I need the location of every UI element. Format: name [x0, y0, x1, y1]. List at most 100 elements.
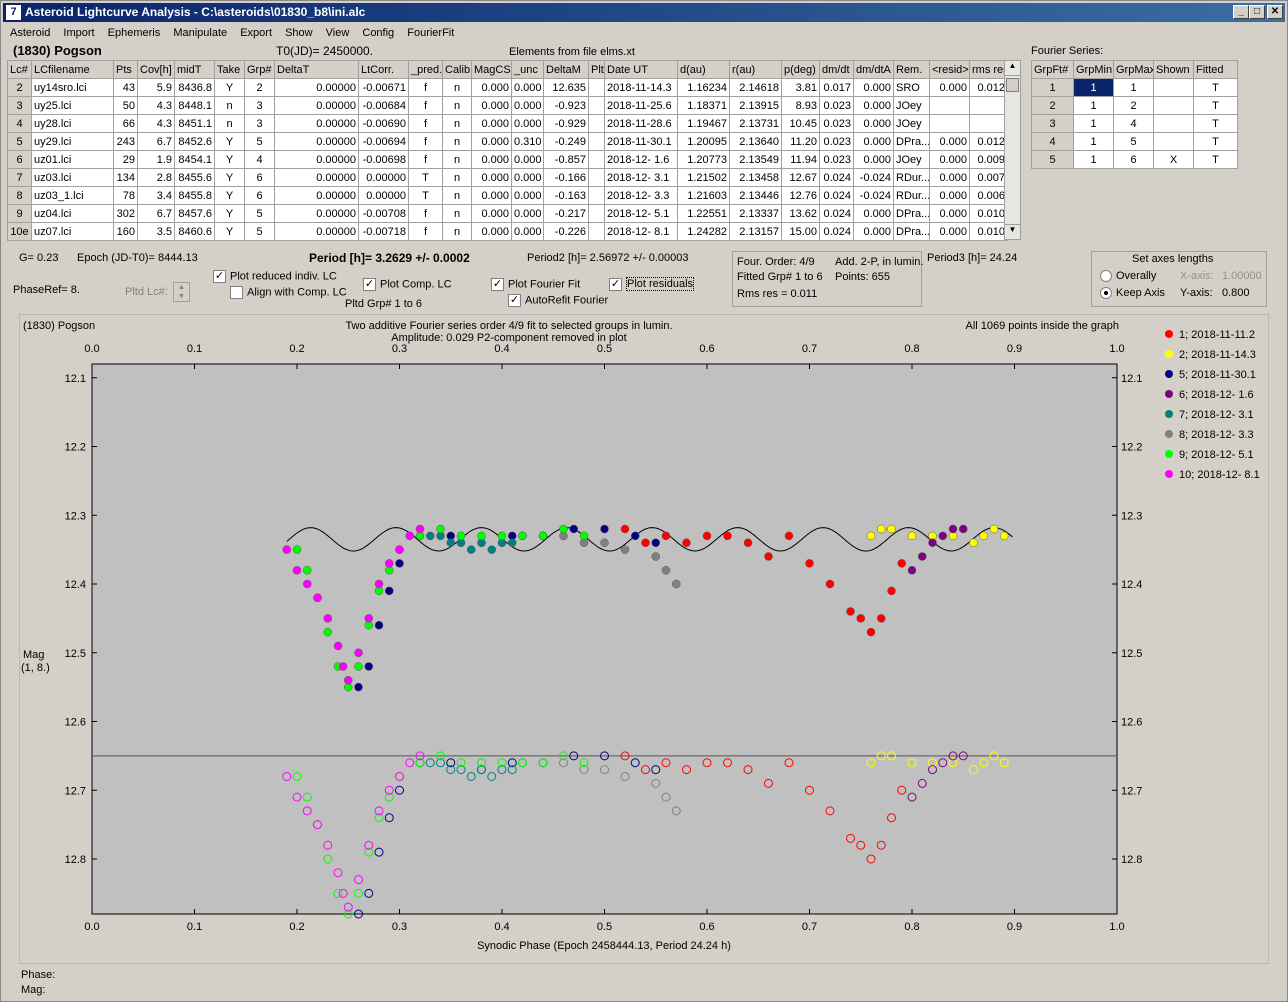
table-cell[interactable]: -0.923	[543, 96, 589, 115]
table-cell[interactable]: uz01.lci	[31, 150, 114, 169]
table-cell[interactable]: 0.000	[511, 150, 544, 169]
table-cell[interactable]: 8452.6	[174, 132, 215, 151]
table-cell[interactable]	[1153, 78, 1194, 97]
table-cell[interactable]: 0.000	[929, 186, 970, 205]
table-cell[interactable]: 8	[7, 186, 32, 205]
table-cell[interactable]: 1.22551	[677, 204, 730, 223]
table-cell[interactable]: 66	[113, 114, 138, 133]
table-cell[interactable]: 1	[1073, 78, 1114, 97]
lc-col-header[interactable]: MagCS	[471, 60, 512, 79]
table-cell[interactable]: -0.00684	[358, 96, 409, 115]
table-cell[interactable]: 7	[7, 168, 32, 187]
table-cell[interactable]: RDur...	[893, 186, 930, 205]
lc-col-header[interactable]: p(deg)	[781, 60, 820, 79]
table-cell[interactable]: -0.00698	[358, 150, 409, 169]
table-cell[interactable]: uz07.lci	[31, 222, 114, 241]
table-cell[interactable]	[588, 222, 605, 241]
table-cell[interactable]: 0.000	[511, 222, 544, 241]
table-cell[interactable]: 8.93	[781, 96, 820, 115]
table-cell[interactable]: n	[442, 96, 472, 115]
fourier-col-header[interactable]: GrpFt#	[1031, 60, 1074, 79]
table-cell[interactable]: 12.635	[543, 78, 589, 97]
table-row[interactable]: 5 uy29.lci 243 6.7 8452.6 Y 5 0.00000 -0.00694 f n…	[7, 132, 1008, 151]
table-cell[interactable]: -0.00708	[358, 204, 409, 223]
lc-col-header[interactable]: Pts	[113, 60, 138, 79]
table-cell[interactable]: 5	[1031, 150, 1074, 169]
menu-fourierfit[interactable]: FourierFit	[402, 25, 459, 41]
table-cell[interactable]: 0.010	[969, 204, 1008, 223]
table-cell[interactable]: 0.00000	[274, 186, 359, 205]
lc-col-header[interactable]: Lc#	[7, 60, 32, 79]
table-cell[interactable]: 2018-11-30.1	[604, 132, 678, 151]
table-cell[interactable]: 0.023	[819, 132, 854, 151]
table-cell[interactable]: 1.9	[137, 150, 175, 169]
table-cell[interactable]: 0.000	[471, 96, 512, 115]
align-comp-checkbox[interactable]: Align with Comp. LC	[230, 286, 347, 299]
table-cell[interactable]: Y	[214, 186, 245, 205]
table-cell[interactable]: uz03_1.lci	[31, 186, 114, 205]
table-cell[interactable]: -0.163	[543, 186, 589, 205]
table-row[interactable]: 516XT	[1031, 150, 1238, 169]
table-row[interactable]: 9 uz04.lci 302 6.7 8457.6 Y 5 0.00000 -0.00708 f n…	[7, 204, 1008, 223]
table-cell[interactable]: 0.000	[853, 96, 894, 115]
table-cell[interactable]: -0.00718	[358, 222, 409, 241]
table-cell[interactable]: -0.217	[543, 204, 589, 223]
table-cell[interactable]: 11.20	[781, 132, 820, 151]
table-cell[interactable]: JOey	[893, 150, 930, 169]
table-cell[interactable]: 0.000	[471, 150, 512, 169]
maximize-button[interactable]: □	[1249, 5, 1265, 19]
table-row[interactable]: 8 uz03_1.lci 78 3.4 8455.8 Y 6 0.00000 0.00000 Tn…	[7, 186, 1008, 205]
minimize-button[interactable]: _	[1233, 5, 1249, 19]
table-cell[interactable]: 134	[113, 168, 138, 187]
table-cell[interactable]: 2	[1113, 96, 1154, 115]
lc-col-header[interactable]: _unc	[511, 60, 544, 79]
menu-view[interactable]: View	[321, 25, 355, 41]
y-axis-value[interactable]: 0.800	[1222, 287, 1250, 299]
table-cell[interactable]: n	[442, 222, 472, 241]
table-cell[interactable]: T	[1193, 114, 1238, 133]
keep-axis-radio[interactable]: Keep Axis	[1100, 287, 1165, 300]
table-cell[interactable]: uy14sro.lci	[31, 78, 114, 97]
table-cell[interactable]: 2.13549	[729, 150, 782, 169]
table-cell[interactable]: 0.024	[819, 204, 854, 223]
table-cell[interactable]: f	[408, 222, 443, 241]
table-cell[interactable]	[1153, 114, 1194, 133]
lc-col-header[interactable]: Date UT	[604, 60, 678, 79]
table-cell[interactable]: 0.000	[853, 222, 894, 241]
table-cell[interactable]	[588, 168, 605, 187]
table-cell[interactable]: 2.13157	[729, 222, 782, 241]
table-cell[interactable]: 0.000	[929, 168, 970, 187]
table-cell[interactable]: 0.000	[853, 78, 894, 97]
table-cell[interactable]	[588, 132, 605, 151]
table-cell[interactable]: 0.009	[969, 150, 1008, 169]
scroll-down-icon[interactable]: ▼	[1005, 224, 1020, 239]
table-cell[interactable]: -0.249	[543, 132, 589, 151]
table-cell[interactable]: f	[408, 96, 443, 115]
table-cell[interactable]	[1153, 132, 1194, 151]
table-cell[interactable]: 2	[7, 78, 32, 97]
lc-col-header[interactable]: Plt	[588, 60, 605, 79]
table-cell[interactable]	[929, 114, 970, 133]
table-cell[interactable]: 2018-12- 1.6	[604, 150, 678, 169]
table-cell[interactable]: 1	[1031, 78, 1074, 97]
pltd-lc-spinner[interactable]: ▲ ▼	[173, 282, 190, 302]
lc-col-header[interactable]: d(au)	[677, 60, 730, 79]
table-cell[interactable]: T	[408, 186, 443, 205]
table-cell[interactable]: 50	[113, 96, 138, 115]
table-cell[interactable]: 0.000	[929, 222, 970, 241]
lc-col-header[interactable]: Rem.	[893, 60, 930, 79]
table-cell[interactable]: 2.13446	[729, 186, 782, 205]
table-cell[interactable]: 0.00000	[274, 222, 359, 241]
table-cell[interactable]: Y	[214, 78, 245, 97]
table-cell[interactable]: n	[442, 168, 472, 187]
table-cell[interactable]: -0.00694	[358, 132, 409, 151]
table-cell[interactable]: 0.310	[511, 132, 544, 151]
menu-asteroid[interactable]: Asteroid	[5, 25, 55, 41]
table-scrollbar[interactable]: ▲ ▼	[1004, 60, 1021, 240]
fourier-col-header[interactable]: GrpMax	[1113, 60, 1154, 79]
table-cell[interactable]: JOey	[893, 96, 930, 115]
table-cell[interactable]: 5	[1113, 132, 1154, 151]
table-cell[interactable]: 0.00000	[274, 168, 359, 187]
table-cell[interactable]: -0.226	[543, 222, 589, 241]
table-cell[interactable]	[588, 150, 605, 169]
